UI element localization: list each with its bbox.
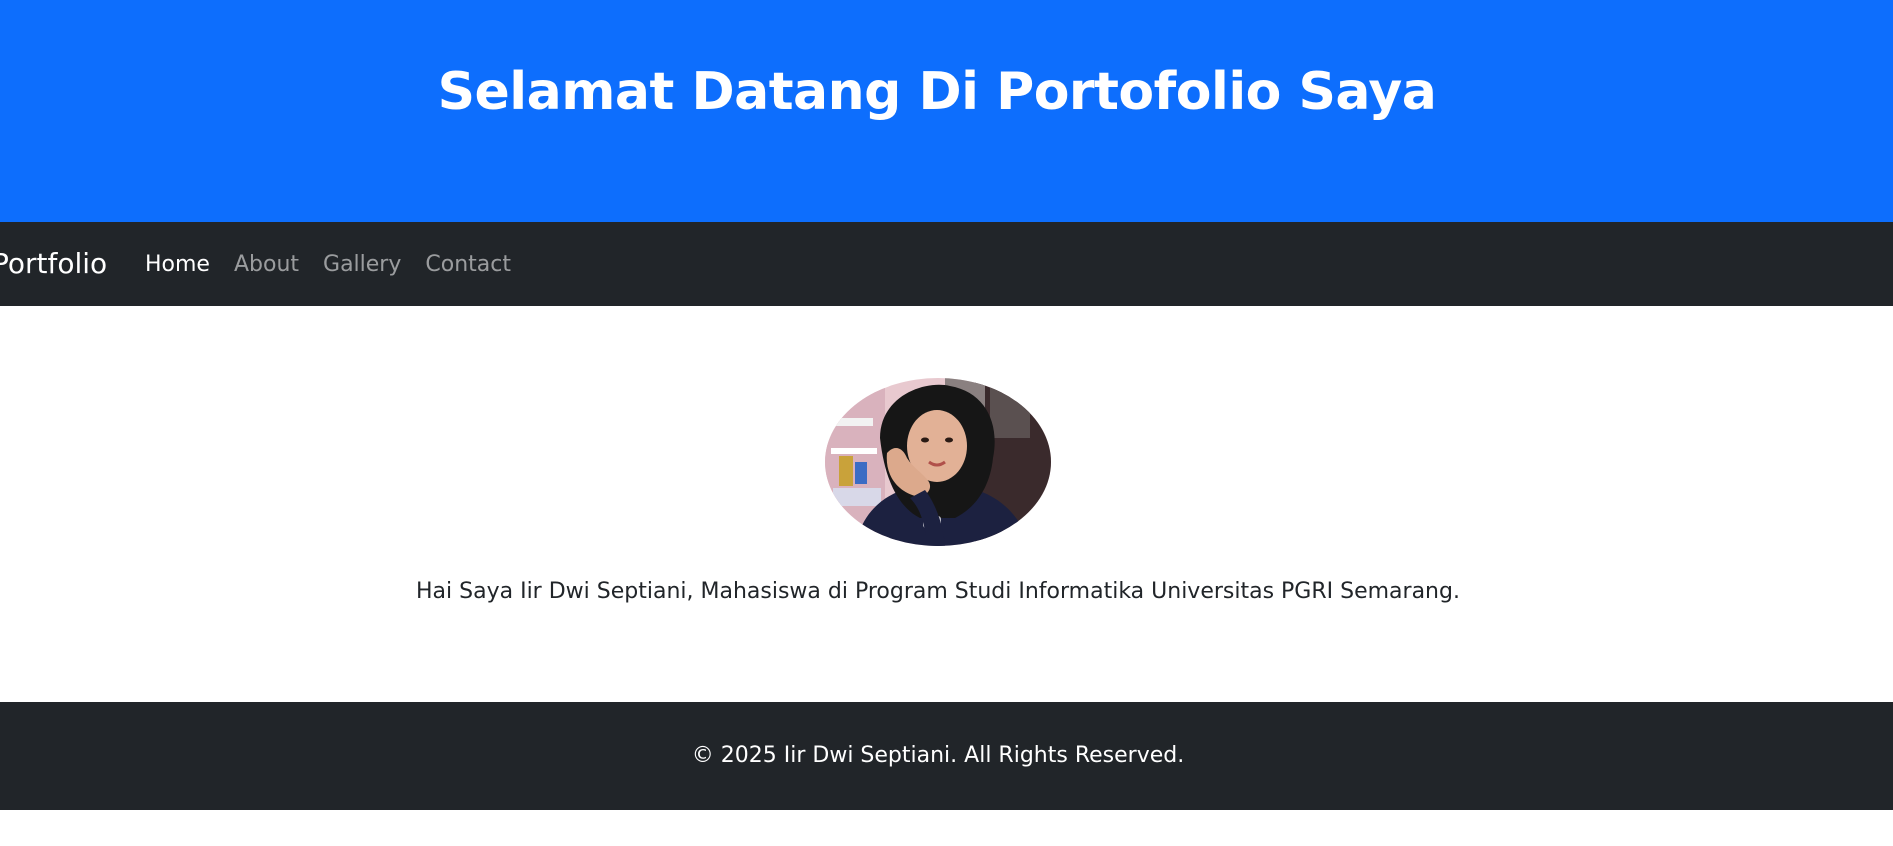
nav-link-home[interactable]: Home [145,252,210,278]
copyright-text: © 2025 Iir Dwi Septiani. All Rights Rese… [691,743,1185,768]
nav-link-gallery[interactable]: Gallery [323,252,401,278]
nav-link-contact[interactable]: Contact [425,252,511,278]
nav-links: Home About Gallery Contact [145,252,535,278]
main-content: Hai Saya Iir Dwi Septiani, Mahasiswa di … [0,306,1893,702]
hero-header: Selamat Datang Di Portofolio Saya [0,0,1893,222]
navbar: Portfolio Home About Gallery Contact [0,222,1893,306]
profile-photo [825,378,1051,546]
footer: © 2025 Iir Dwi Septiani. All Rights Rese… [0,702,1893,810]
intro-text: Hai Saya Iir Dwi Septiani, Mahasiswa di … [416,579,1460,604]
nav-link-about[interactable]: About [234,252,299,278]
navbar-brand[interactable]: Portfolio [0,248,107,280]
page-title: Selamat Datang Di Portofolio Saya [437,62,1437,122]
